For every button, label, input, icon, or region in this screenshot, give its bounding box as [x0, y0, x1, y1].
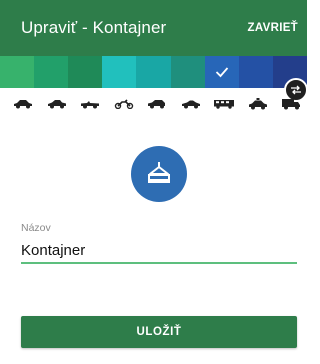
- close-button[interactable]: ZAVRIEŤ: [248, 22, 298, 34]
- app-bar: Upraviť - Kontajner ZAVRIEŤ: [0, 0, 307, 56]
- container-crane-icon: [131, 146, 187, 202]
- page-title: Upraviť - Kontajner: [21, 18, 167, 37]
- color-swatch[interactable]: [170, 56, 205, 88]
- bus-icon[interactable]: [213, 97, 235, 111]
- hatchback-icon[interactable]: [146, 97, 168, 111]
- color-picker: [0, 56, 307, 88]
- check-icon: [205, 56, 239, 88]
- sedan-icon[interactable]: [46, 97, 68, 111]
- color-swatch[interactable]: [34, 56, 69, 88]
- color-swatch[interactable]: [136, 56, 171, 88]
- color-swatch[interactable]: [102, 56, 137, 88]
- convertible-icon[interactable]: [79, 97, 101, 111]
- police-car-icon[interactable]: [247, 97, 269, 111]
- vehicle-picker: [0, 93, 307, 115]
- name-input[interactable]: [21, 238, 297, 262]
- truck-icon[interactable]: [280, 97, 302, 111]
- save-button[interactable]: ULOŽIŤ: [21, 316, 297, 348]
- color-swatch[interactable]: [204, 56, 239, 88]
- color-swatch[interactable]: [68, 56, 103, 88]
- car-icon[interactable]: [12, 97, 34, 111]
- color-swatch[interactable]: [238, 56, 273, 88]
- name-label: Názov: [21, 222, 51, 234]
- color-swatch[interactable]: [0, 56, 35, 88]
- coupe-icon[interactable]: [180, 97, 202, 111]
- motorcycle-icon[interactable]: [113, 97, 135, 111]
- name-input-underline: [21, 262, 297, 264]
